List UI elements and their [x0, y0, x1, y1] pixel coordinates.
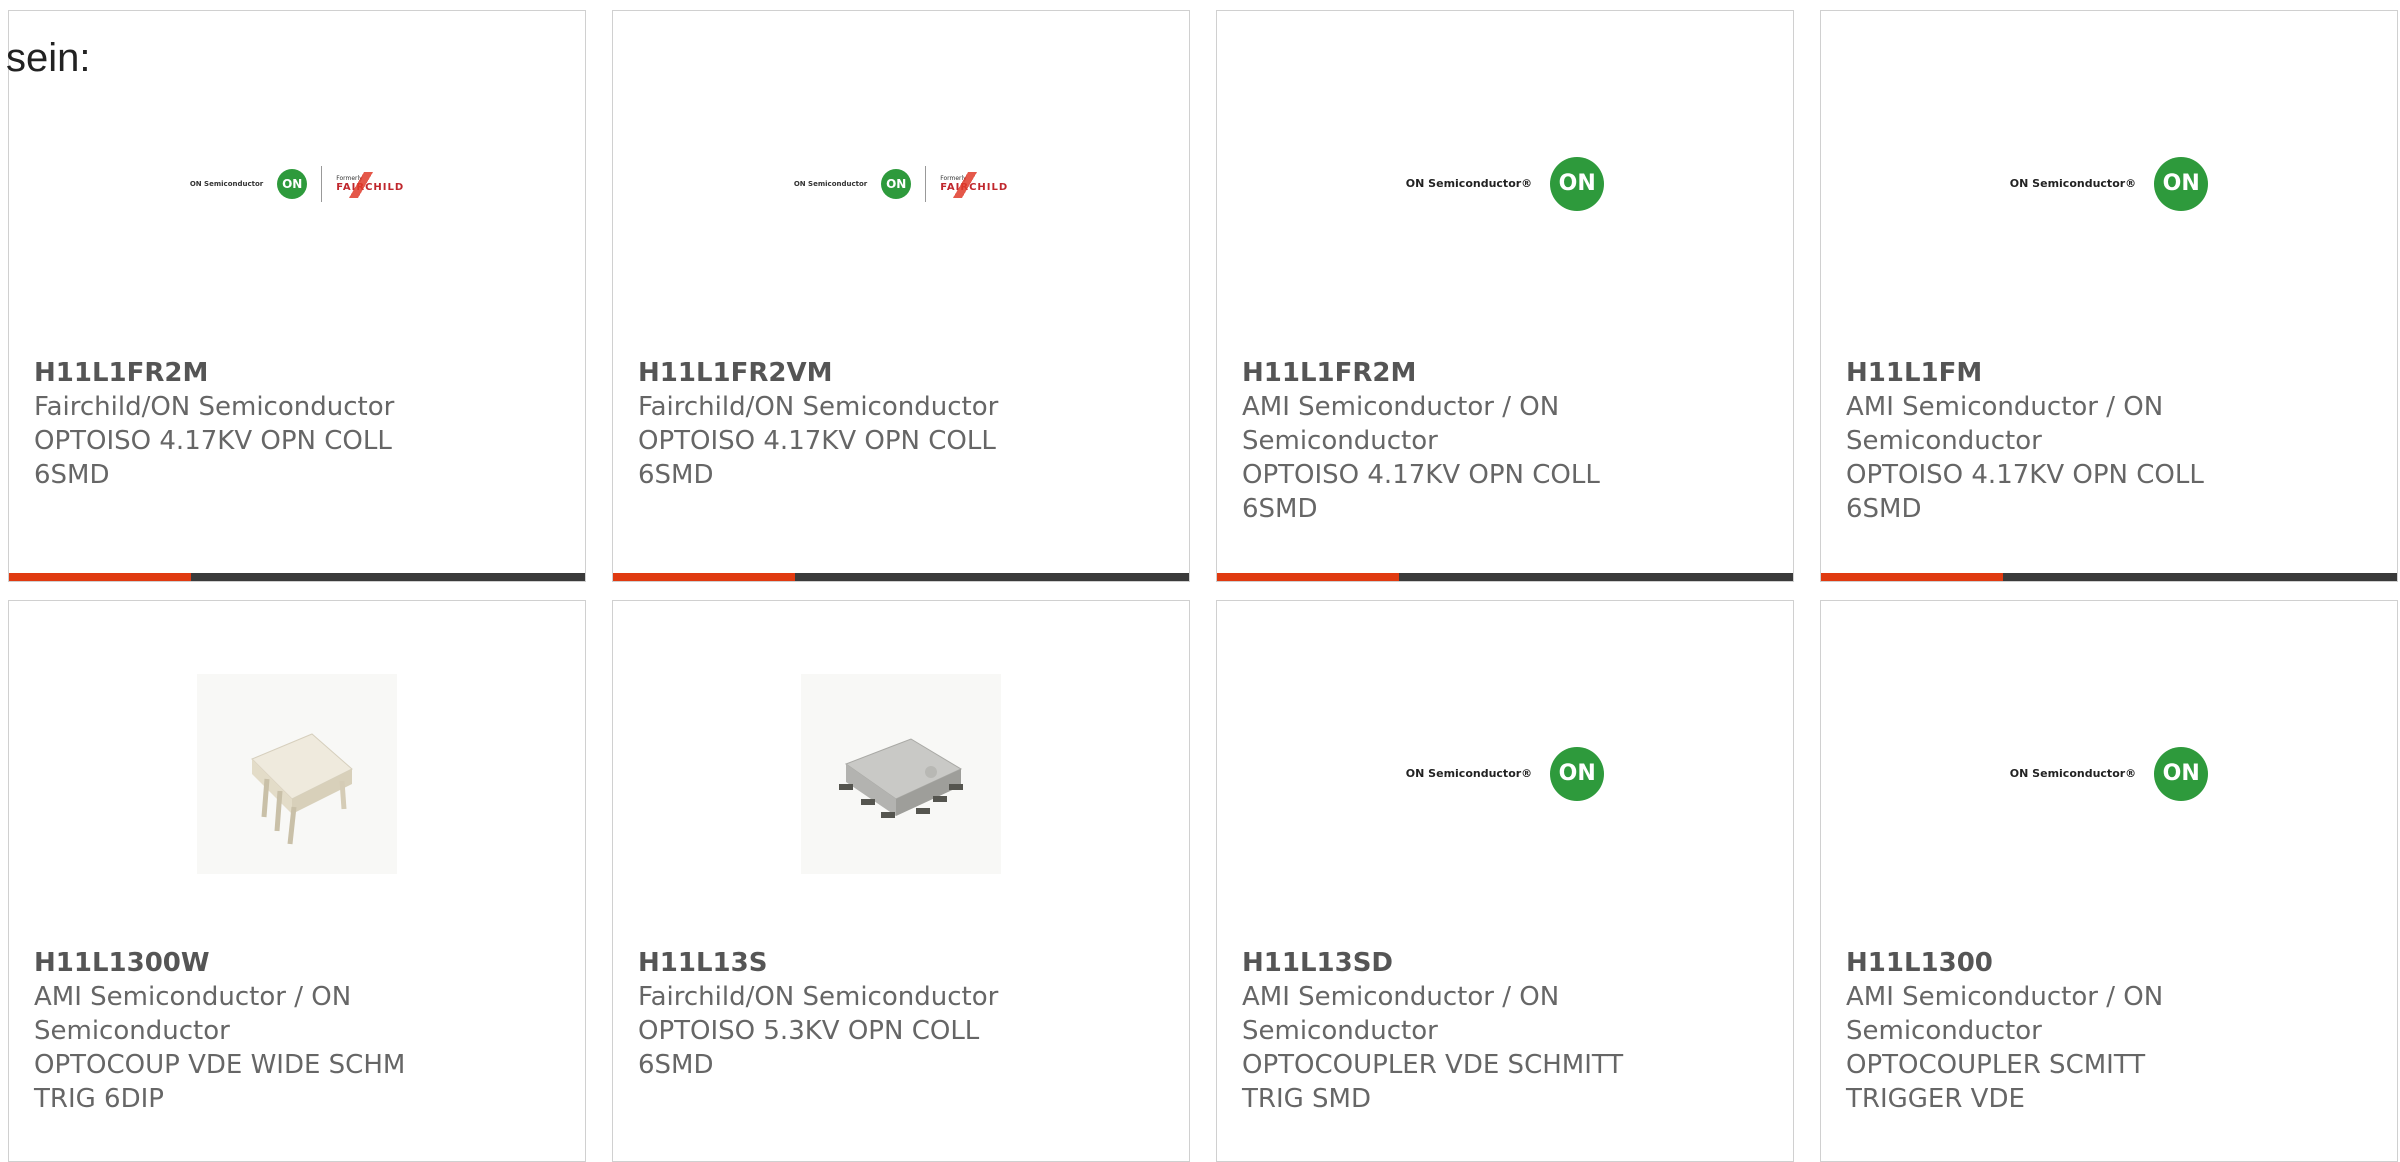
product-image: ON Semiconductor ON Formerly FAIRCHILD	[9, 11, 585, 356]
manufacturer: AMI Semiconductor / ON Semiconductor	[1846, 982, 2164, 1046]
card-bottom-bar	[9, 573, 585, 581]
part-number-link[interactable]: H11L1FR2VM	[638, 356, 1058, 390]
fairchild-wordmark: FAIRCHILD	[336, 171, 404, 198]
manufacturer: Fairchild/ON Semiconductor	[34, 392, 395, 422]
on-logo-icon: ON	[2154, 746, 2209, 801]
on-semi-logo: ON Semiconductor® ON	[1405, 746, 1605, 801]
product-image: ON Semiconductor® ON	[1217, 11, 1793, 356]
description: OPTOCOUP VDE WIDE SCHM TRIG 6DIP	[34, 1050, 406, 1114]
description: OPTOCOUPLER VDE SCHMITT TRIG SMD	[1242, 1050, 1624, 1114]
logo-divider	[925, 165, 927, 202]
product-info: H11L1FR2VM Fairchild/ON Semiconductor OP…	[638, 356, 1058, 492]
part-number-link[interactable]: H11L1FR2M	[1242, 356, 1662, 390]
product-card[interactable]: ON Semiconductor ON Formerly FAIRCHILD H…	[612, 10, 1190, 582]
product-image	[613, 601, 1189, 946]
part-number-link[interactable]: H11L13S	[638, 946, 1058, 980]
product-info: H11L1300W AMI Semiconductor / ON Semicon…	[34, 946, 454, 1116]
part-number-link[interactable]: H11L1300	[1846, 946, 2266, 980]
description: OPTOCOUPLER SCMITT TRIGGER VDE	[1846, 1050, 2146, 1114]
smd-package-photo	[801, 673, 1001, 874]
card-bottom-bar	[1217, 573, 1793, 581]
on-fairchild-logo: ON Semiconductor ON Formerly FAIRCHILD	[189, 165, 404, 202]
manufacturer: AMI Semiconductor / ON Semiconductor	[1242, 982, 1560, 1046]
description: OPTOISO 4.17KV OPN COLL 6SMD	[638, 426, 996, 490]
product-card[interactable]: ON Semiconductor® ON H11L1FR2M AMI Semic…	[1216, 10, 1794, 582]
manufacturer: Fairchild/ON Semiconductor	[638, 982, 999, 1012]
product-info: H11L13S Fairchild/ON Semiconductor OPTOI…	[638, 946, 1058, 1082]
product-image: ON Semiconductor® ON	[1821, 601, 2397, 946]
on-semi-logo: ON Semiconductor® ON	[2009, 746, 2209, 801]
logo-text: ON Semiconductor®	[1405, 177, 1533, 190]
product-info: H11L1FR2M Fairchild/ON Semiconductor OPT…	[34, 356, 454, 492]
description: OPTOISO 4.17KV OPN COLL 6SMD	[34, 426, 392, 490]
product-info: H11L1FR2M AMI Semiconductor / ON Semicon…	[1242, 356, 1662, 526]
logo-text: ON Semiconductor	[189, 179, 264, 188]
dip-package-photo	[197, 673, 397, 874]
fairchild-wordmark: FAIRCHILD	[940, 171, 1008, 198]
description: OPTOISO 5.3KV OPN COLL 6SMD	[638, 1016, 980, 1080]
product-card[interactable]: H11L1300W AMI Semiconductor / ON Semicon…	[8, 600, 586, 1162]
card-bottom-bar	[613, 573, 1189, 581]
on-logo-icon: ON	[2154, 156, 2209, 211]
fairchild-logo: Formerly FAIRCHILD	[940, 171, 1008, 198]
on-logo-icon: ON	[1550, 746, 1605, 801]
product-image: ON Semiconductor® ON	[1821, 11, 2397, 356]
manufacturer: Fairchild/ON Semiconductor	[638, 392, 999, 422]
on-logo-icon: ON	[277, 168, 308, 199]
product-image: ON Semiconductor® ON	[1217, 601, 1793, 946]
on-fairchild-logo: ON Semiconductor ON Formerly FAIRCHILD	[793, 165, 1008, 202]
on-semi-logo: ON Semiconductor® ON	[2009, 156, 2209, 211]
product-card[interactable]: ON Semiconductor® ON H11L13SD AMI Semico…	[1216, 600, 1794, 1162]
part-number-link[interactable]: H11L13SD	[1242, 946, 1662, 980]
logo-divider	[321, 165, 323, 202]
manufacturer: AMI Semiconductor / ON Semiconductor	[1242, 392, 1560, 456]
product-card[interactable]: ON Semiconductor ON Formerly FAIRCHILD H…	[8, 10, 586, 582]
logo-text: ON Semiconductor®	[2009, 177, 2137, 190]
fairchild-logo: Formerly FAIRCHILD	[336, 171, 404, 198]
product-image: ON Semiconductor ON Formerly FAIRCHILD	[613, 11, 1189, 356]
card-bottom-bar	[1821, 573, 2397, 581]
product-card[interactable]: H11L13S Fairchild/ON Semiconductor OPTOI…	[612, 600, 1190, 1162]
logo-text: ON Semiconductor	[793, 179, 868, 188]
product-info: H11L1FM AMI Semiconductor / ON Semicondu…	[1846, 356, 2266, 526]
part-number-link[interactable]: H11L1FM	[1846, 356, 2266, 390]
on-semi-logo: ON Semiconductor® ON	[1405, 156, 1605, 211]
logo-text: ON Semiconductor®	[1405, 767, 1533, 780]
description: OPTOISO 4.17KV OPN COLL 6SMD	[1846, 460, 2204, 524]
product-info: H11L1300 AMI Semiconductor / ON Semicond…	[1846, 946, 2266, 1116]
product-info: H11L13SD AMI Semiconductor / ON Semicond…	[1242, 946, 1662, 1116]
product-image	[9, 601, 585, 946]
description: OPTOISO 4.17KV OPN COLL 6SMD	[1242, 460, 1600, 524]
on-logo-icon: ON	[1550, 156, 1605, 211]
product-card[interactable]: ON Semiconductor® ON H11L1FM AMI Semicon…	[1820, 10, 2398, 582]
manufacturer: AMI Semiconductor / ON Semiconductor	[1846, 392, 2164, 456]
product-grid: ON Semiconductor ON Formerly FAIRCHILD H…	[8, 10, 2398, 1162]
intro-text: sein:	[6, 36, 91, 80]
on-logo-icon: ON	[881, 168, 912, 199]
part-number-link[interactable]: H11L1FR2M	[34, 356, 454, 390]
manufacturer: AMI Semiconductor / ON Semiconductor	[34, 982, 352, 1046]
part-number-link[interactable]: H11L1300W	[34, 946, 454, 980]
logo-text: ON Semiconductor®	[2009, 767, 2137, 780]
product-card[interactable]: ON Semiconductor® ON H11L1300 AMI Semico…	[1820, 600, 2398, 1162]
